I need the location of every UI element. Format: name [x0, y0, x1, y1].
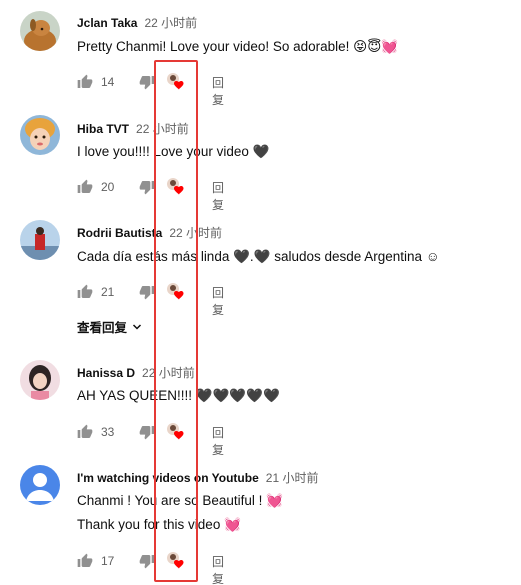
comment-time[interactable]: 22 小时前	[144, 16, 197, 30]
comment-actions: 20 回复	[77, 177, 224, 212]
like-count: 17	[101, 554, 115, 568]
comment-actions: 14 回复	[77, 72, 224, 107]
comment-time[interactable]: 21 小时前	[266, 471, 319, 485]
avatar[interactable]	[20, 360, 60, 400]
author-name[interactable]: I'm watching videos on Youtube	[77, 471, 259, 485]
creator-heart-icon[interactable]	[166, 422, 184, 440]
comment-header: Jclan Taka 22 小时前	[77, 14, 197, 31]
avatar[interactable]	[20, 11, 60, 51]
reply-button[interactable]: 回复	[212, 424, 224, 458]
chevron-down-icon	[132, 323, 142, 330]
thumbs-down-icon[interactable]	[139, 284, 155, 300]
comment-text-line-2: Thank you for this video 💓	[77, 517, 241, 532]
thumbs-up-icon[interactable]	[77, 553, 93, 569]
avatar[interactable]	[20, 115, 60, 155]
comment-header: I'm watching videos on Youtube 21 小时前	[77, 469, 318, 486]
comment-time[interactable]: 22 小时前	[142, 366, 195, 380]
comment-actions: 21 回复	[77, 282, 224, 317]
comment-text: I love you!!!! Love your video 🖤	[77, 144, 270, 159]
thumbs-down-icon[interactable]	[139, 553, 155, 569]
like-count: 33	[101, 425, 115, 439]
comment-time[interactable]: 22 小时前	[169, 226, 222, 240]
thumbs-down-icon[interactable]	[139, 179, 155, 195]
creator-heart-icon[interactable]	[166, 551, 184, 569]
comment-header: Hanissa D 22 小时前	[77, 364, 195, 381]
comment-time[interactable]: 22 小时前	[136, 122, 189, 136]
like-count: 14	[101, 75, 115, 89]
comment-actions: 17 回复	[77, 551, 224, 585]
thumbs-down-icon[interactable]	[139, 74, 155, 90]
view-replies-button[interactable]: 查看回复	[77, 317, 143, 336]
comment-text: AH YAS QUEEN!!!! 🖤🖤🖤🖤🖤	[77, 388, 280, 403]
comment-header: Rodrii Bautista 22 小时前	[77, 224, 222, 241]
author-name[interactable]: Rodrii Bautista	[77, 226, 162, 240]
reply-button[interactable]: 回复	[212, 179, 224, 213]
author-name[interactable]: Jclan Taka	[77, 16, 137, 30]
comment-text: Pretty Chanmi! Love your video! So adora…	[77, 39, 399, 54]
author-name[interactable]: Hanissa D	[77, 366, 135, 380]
creator-heart-icon[interactable]	[166, 282, 184, 300]
avatar[interactable]	[20, 465, 60, 505]
reply-button[interactable]: 回复	[212, 74, 224, 108]
creator-heart-icon[interactable]	[166, 177, 184, 195]
like-count: 20	[101, 180, 115, 194]
comment-text: Cada día estás más linda 🖤.🖤 saludos des…	[77, 249, 440, 264]
creator-heart-icon[interactable]	[166, 72, 184, 90]
comment-header: Hiba TVT 22 小时前	[77, 120, 189, 137]
thumbs-up-icon[interactable]	[77, 74, 93, 90]
reply-button[interactable]: 回复	[212, 284, 224, 318]
author-name[interactable]: Hiba TVT	[77, 122, 129, 136]
comment-text-line-1: Chanmi ! You are so Beautiful ! 💓	[77, 493, 283, 508]
avatar[interactable]	[20, 220, 60, 260]
like-count: 21	[101, 285, 115, 299]
thumbs-up-icon[interactable]	[77, 179, 93, 195]
reply-button[interactable]: 回复	[212, 553, 224, 585]
comment-actions: 33 回复	[77, 422, 224, 457]
view-replies-label: 查看回复	[77, 321, 128, 335]
thumbs-up-icon[interactable]	[77, 424, 93, 440]
thumbs-up-icon[interactable]	[77, 284, 93, 300]
thumbs-down-icon[interactable]	[139, 424, 155, 440]
